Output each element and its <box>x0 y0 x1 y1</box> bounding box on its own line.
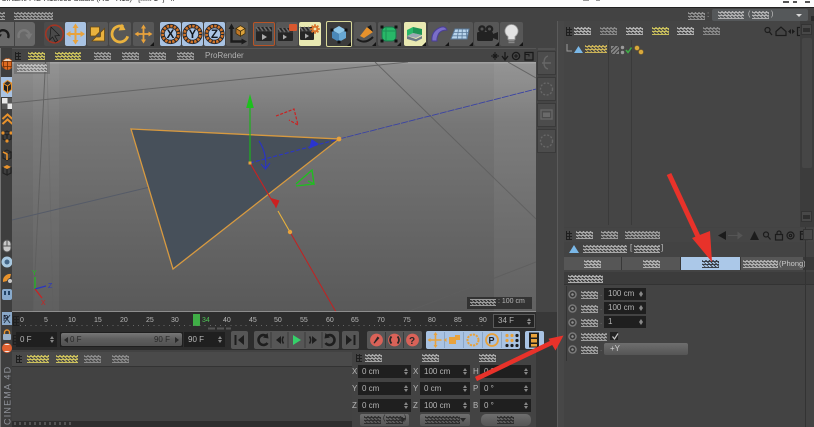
svg-text:Z: Z <box>48 283 53 290</box>
svg-text:80: 80 <box>428 317 436 324</box>
svg-text:75: 75 <box>403 317 411 324</box>
svg-text:Y: Y <box>32 270 37 277</box>
svg-text:Y: Y <box>189 29 197 41</box>
svg-text:P: P <box>489 336 495 346</box>
svg-text:65: 65 <box>351 317 359 324</box>
svg-text:40: 40 <box>223 317 231 324</box>
svg-text:70: 70 <box>377 317 385 324</box>
svg-text:30: 30 <box>171 317 179 324</box>
svg-text:90: 90 <box>479 317 487 324</box>
svg-text:60: 60 <box>326 317 334 324</box>
svg-text:P: P <box>3 314 8 323</box>
svg-text:25: 25 <box>146 317 154 324</box>
svg-text:?: ? <box>409 336 415 347</box>
svg-text:45: 45 <box>249 317 257 324</box>
svg-text:CINEMA 4D: CINEMA 4D <box>3 366 13 425</box>
svg-text:15: 15 <box>94 317 102 324</box>
svg-text:X: X <box>41 300 46 307</box>
svg-text:50: 50 <box>274 317 282 324</box>
svg-text:55: 55 <box>300 317 308 324</box>
svg-text:20: 20 <box>120 317 128 324</box>
svg-text:5: 5 <box>44 317 48 324</box>
svg-text:X: X <box>167 29 175 41</box>
svg-text:10: 10 <box>68 317 76 324</box>
svg-text:0: 0 <box>20 317 24 324</box>
svg-text:Z: Z <box>211 29 218 41</box>
svg-text:85: 85 <box>454 317 462 324</box>
svg-text:34: 34 <box>202 317 210 324</box>
